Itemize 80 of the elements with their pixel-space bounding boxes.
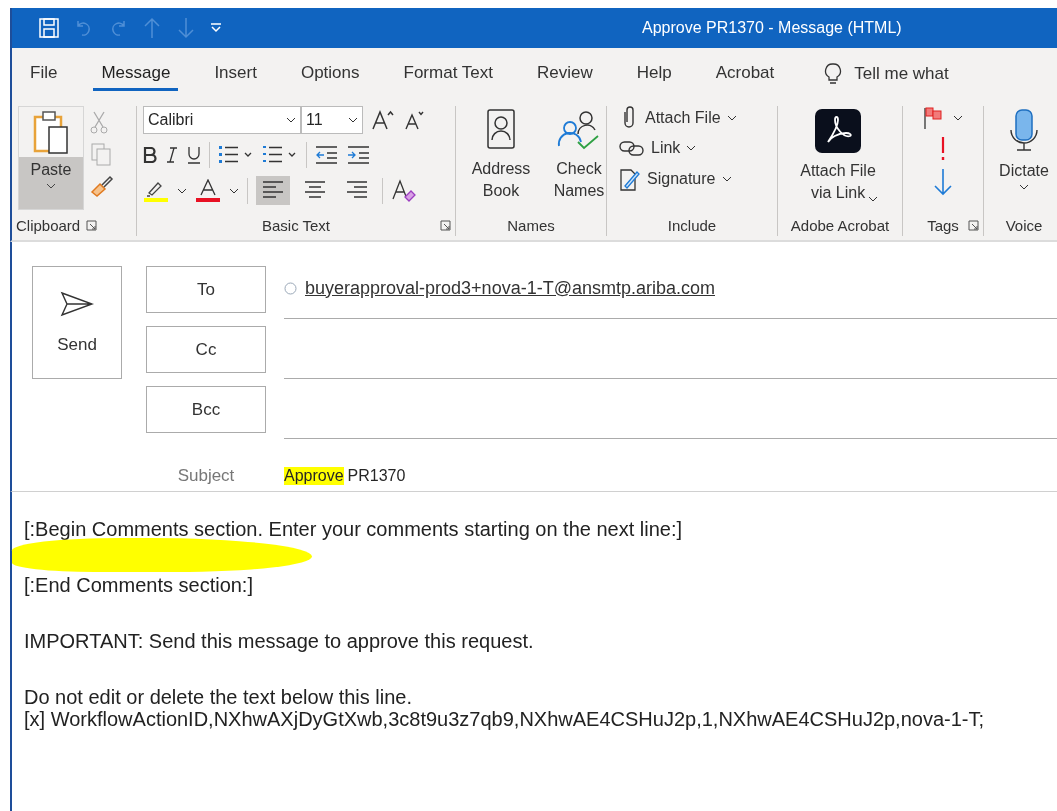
body-text: [:End Comments section:]	[24, 574, 254, 596]
grow-font-icon[interactable]	[371, 109, 395, 131]
ribbon-tab[interactable]: File	[22, 57, 66, 91]
caret-icon	[286, 117, 296, 123]
align-left-button[interactable]	[256, 176, 290, 205]
low-importance-icon[interactable]	[933, 168, 953, 196]
email-address[interactable]: buyerapproval-prod3+nova-1-T@ansmtp.ariba.com	[305, 277, 715, 299]
ribbon-tab[interactable]: Acrobat	[707, 57, 783, 91]
format-painter-icon[interactable]	[90, 174, 114, 198]
caret-icon	[1019, 184, 1029, 190]
group-label: Voice	[1005, 216, 1043, 234]
tell-me-field[interactable]: Tell me what	[854, 64, 949, 84]
caret-icon	[46, 183, 56, 189]
shrink-font-icon[interactable]	[403, 109, 425, 131]
recipient-button[interactable]: Bcc	[146, 386, 266, 433]
presence-icon	[284, 281, 297, 295]
ribbon-tab[interactable]: Review	[528, 57, 601, 91]
align-right-icon	[346, 180, 368, 198]
group-label: Basic Text	[261, 216, 331, 234]
bullet-list-icon[interactable]	[218, 144, 254, 166]
ribbon-tab[interactable]: Format Text	[395, 57, 501, 91]
send-icon	[60, 290, 94, 317]
subject-text[interactable]: PR1370	[347, 467, 406, 485]
group-label: Names	[507, 216, 555, 234]
body-text: [x] WorkflowActionID,NXhwAXjDyGtXwb,3c8t9u3z7qb9,NXhwAE4CSHuJ2p,1,NXhwAE4CSHuJ2p,nova-1-T;	[24, 708, 986, 730]
dialog-launcher-icon[interactable]	[440, 219, 451, 231]
group-label: Clipboard	[16, 216, 81, 234]
recipient-button[interactable]: Cc	[146, 326, 266, 373]
body-text: Do not edit or delete the text below this line.	[24, 686, 413, 708]
caret-icon[interactable]	[953, 115, 963, 121]
caret-icon	[868, 196, 878, 202]
align-center-icon	[304, 180, 326, 198]
font-color-icon[interactable]	[195, 178, 221, 203]
italic-icon[interactable]	[165, 147, 179, 163]
body-text: IMPORTANT: Send this message to approve this request.	[24, 630, 535, 652]
ribbon-tab[interactable]: Help	[628, 57, 680, 91]
signature-icon	[619, 166, 641, 192]
caret-icon[interactable]	[177, 187, 187, 194]
subject-label: Subject	[176, 466, 236, 486]
body-text: [:Begin Comments section. Enter your comments starting on the next line:]	[24, 518, 684, 540]
font-size-dropdown[interactable]: 11	[301, 106, 363, 134]
lightbulb-icon[interactable]	[824, 62, 843, 86]
microphone-icon	[1007, 108, 1041, 154]
recipient-button[interactable]: To	[146, 266, 266, 313]
underline-icon[interactable]	[187, 146, 201, 164]
paste-button[interactable]: Paste	[18, 106, 84, 210]
dialog-launcher-icon[interactable]	[86, 219, 98, 231]
group-label: Adobe Acrobat	[790, 216, 890, 234]
flag-icon[interactable]	[923, 106, 945, 130]
dictate-button[interactable]: Dictate	[990, 106, 1057, 214]
align-left-icon	[262, 180, 284, 198]
decrease-indent-icon[interactable]	[315, 145, 339, 165]
recipient-field[interactable]: buyerapproval-prod3+nova-1-T@ansmtp.ariba.com	[284, 266, 1057, 319]
ribbon-tab[interactable]: Insert	[206, 57, 265, 91]
bold-icon[interactable]	[143, 147, 157, 163]
clear-formatting-icon[interactable]	[391, 178, 417, 203]
increase-indent-icon[interactable]	[347, 145, 371, 165]
customize-icon[interactable]	[210, 23, 222, 33]
clipboard-icon	[19, 107, 83, 157]
ribbon-tab[interactable]: Message	[93, 57, 179, 91]
subject-text[interactable]: Approve	[284, 467, 344, 485]
address-book-button[interactable]: Address Book	[462, 106, 540, 214]
caret-icon[interactable]	[229, 187, 239, 194]
window-title: Approve PR1370 - Message (HTML)	[642, 19, 902, 37]
caret-icon	[348, 117, 358, 123]
high-importance-icon[interactable]	[940, 136, 946, 162]
save-icon[interactable]	[38, 17, 60, 39]
caret-icon	[726, 115, 737, 121]
dialog-launcher-icon[interactable]	[968, 219, 979, 231]
caret-icon	[721, 176, 732, 182]
ribbon-tab[interactable]: Options	[292, 57, 368, 91]
link-icon	[619, 138, 645, 158]
send-button[interactable]: Send	[32, 266, 122, 379]
group-label: Include	[667, 216, 717, 234]
font-name-dropdown[interactable]: Calibri	[143, 106, 301, 134]
group-label: Tags	[927, 216, 959, 234]
caret-icon	[686, 145, 697, 151]
attach-via-link-button[interactable]: Attach File via Link	[784, 106, 892, 214]
acrobat-logo-icon	[814, 108, 862, 154]
address-book-icon	[485, 108, 517, 152]
